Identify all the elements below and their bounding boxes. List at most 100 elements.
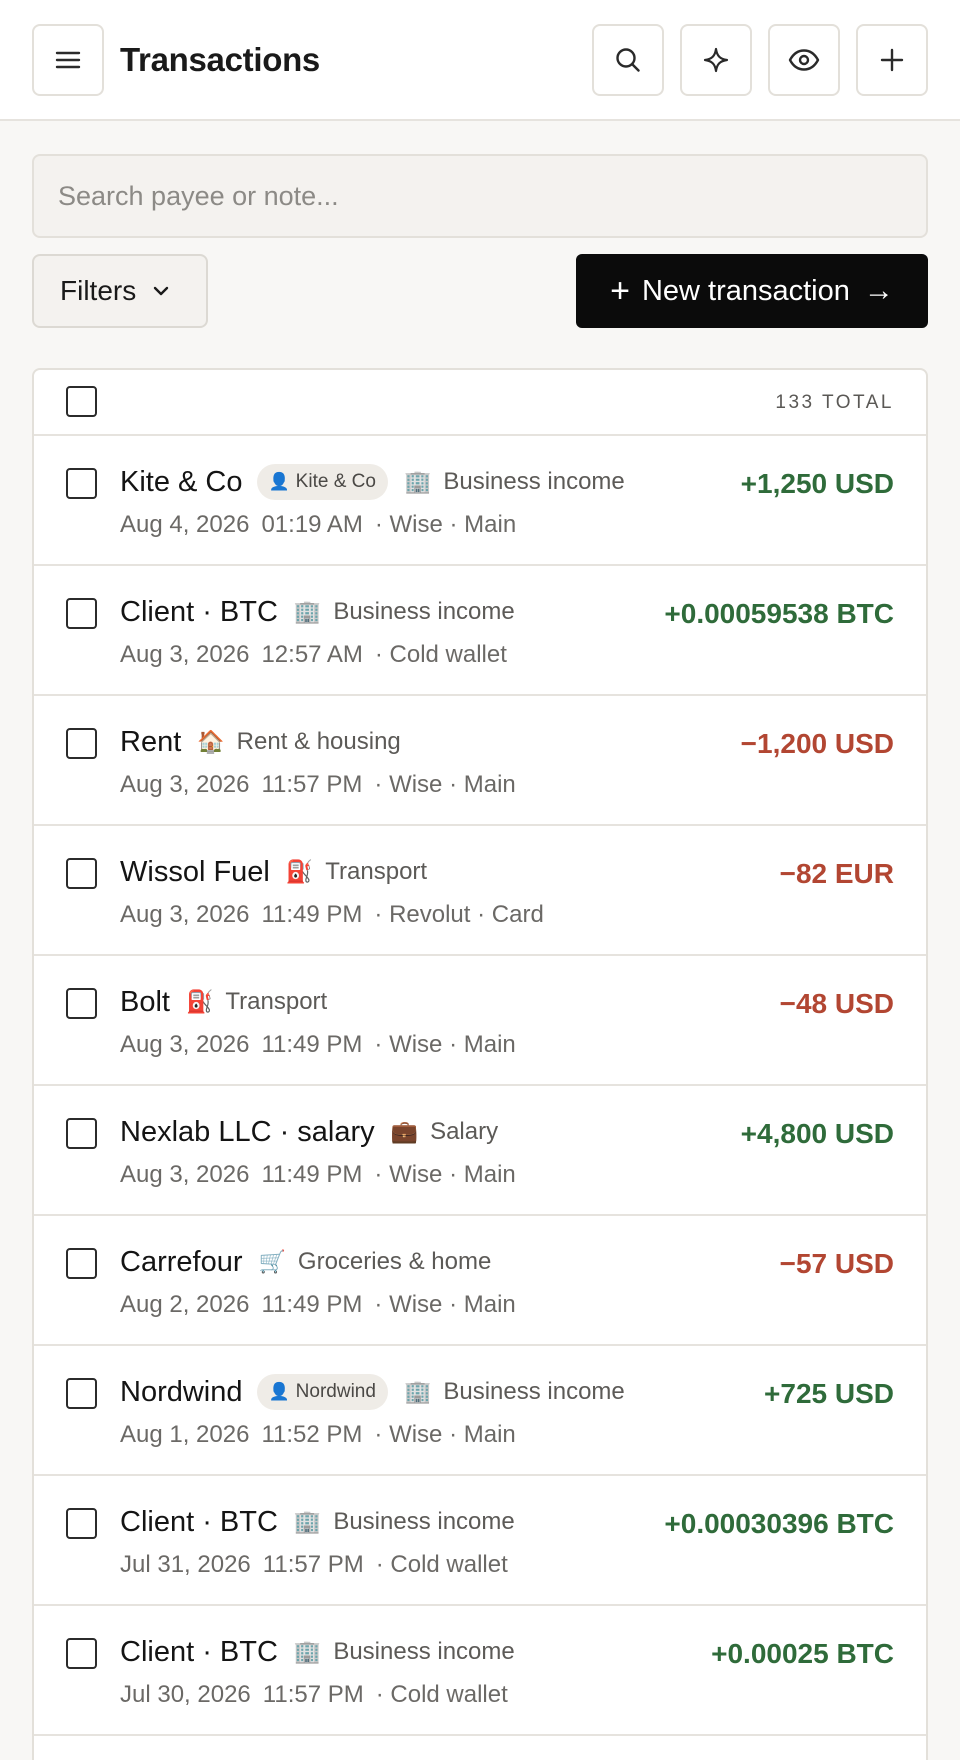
table-row[interactable]: Kite & Co 👤 Kite & Co 🏢 Business income Aug 4… (34, 436, 926, 566)
category-icon: 🏢 (403, 1379, 432, 1404)
category: ⛽ Transport (186, 988, 327, 1016)
account-name: · Wise · Main (374, 1161, 516, 1188)
row-meta-line: Aug 3, 2026 11:49 PM · Wise · Main (120, 1028, 516, 1062)
filters-label: Filters (60, 275, 137, 306)
category: 💼 Salary (391, 1118, 498, 1146)
row-primary-line: Wissol Fuel ⛽ Transport (120, 852, 427, 892)
row-checkbox[interactable] (66, 858, 97, 889)
table-row[interactable]: Client · BTC 🏢 Business income Jul 31, 2026… (34, 1476, 926, 1606)
row-checkbox[interactable] (66, 468, 97, 499)
transaction-time: 11:57 PM (262, 1551, 364, 1578)
transaction-amount: +725 USD (764, 1378, 894, 1409)
row-checkbox[interactable] (66, 1508, 97, 1539)
category-label: Business income (443, 1378, 625, 1405)
page-title: Transactions (120, 41, 320, 78)
transaction-amount: +0.00030396 BTC (664, 1508, 894, 1539)
transaction-date: Aug 3, 2026 (120, 1161, 250, 1188)
table-row[interactable]: Client · BTC 🏢 Business income Aug 3, 2026 1… (34, 566, 926, 696)
payee-name: Kite & Co (120, 465, 243, 498)
account-name: · Wise · Main (374, 1031, 516, 1058)
transaction-amount: −1,200 USD (740, 728, 894, 759)
account-name: · Wise · Main (374, 511, 517, 538)
row-meta-line: Aug 1, 2026 11:52 PM · Wise · Main (120, 1418, 516, 1452)
account-name: · Cold wallet (374, 641, 507, 668)
transaction-amount: +0.00059538 BTC (664, 598, 894, 629)
transaction-amount: −57 USD (779, 1248, 894, 1279)
row-checkbox[interactable] (66, 1118, 97, 1149)
category-icon: 🏢 (293, 1509, 322, 1534)
search-input[interactable] (32, 154, 928, 238)
account-name: · Cold wallet (375, 1681, 508, 1708)
account-name: · Wise · Main (374, 1291, 516, 1318)
payee-name: Nordwind (120, 1375, 243, 1408)
payee-tag[interactable]: 👤 Kite & Co (256, 464, 388, 500)
row-meta-line: Jul 30, 2026 11:57 PM · Cold wallet (120, 1678, 508, 1712)
row-checkbox[interactable] (66, 1638, 97, 1669)
row-meta-line: Aug 3, 2026 11:49 PM · Revolut · Card (120, 898, 544, 932)
table-row[interactable]: Nordwind 👤 Nordwind 🏢 Business income Aug 1, … (34, 1346, 926, 1476)
transaction-amount: +1,250 USD (740, 468, 894, 499)
transaction-amount: +4,800 USD (740, 1118, 894, 1149)
person-icon: 👤 (268, 472, 290, 491)
category-icon: 🏢 (403, 469, 432, 494)
transaction-date: Aug 4, 2026 (120, 511, 250, 538)
category-label: Business income (333, 598, 515, 625)
category-icon: 🏠 (197, 729, 225, 754)
chevron-down-icon (152, 285, 170, 297)
category: 🏢 Business income (294, 1638, 515, 1666)
table-row[interactable]: Nexlab LLC · salary 💼 Salary Aug 3, 2026 11:… (34, 1086, 926, 1216)
category-icon: 💼 (390, 1119, 419, 1144)
category-icon: ⛽ (185, 989, 214, 1014)
account-name: · Revolut · Card (374, 901, 544, 928)
payee-name: Carrefour (120, 1245, 243, 1278)
category: 🏢 Business income (404, 1378, 625, 1406)
transaction-time: 12:57 AM (261, 641, 363, 668)
transaction-time: 11:57 PM (261, 771, 363, 798)
row-meta-line: Jul 31, 2026 11:57 PM · Cold wallet (120, 1548, 508, 1582)
table-row[interactable]: Wissol Fuel ⛽ Transport Aug 3, 2026 11:49 PM… (34, 826, 926, 956)
person-icon: 👤 (268, 1382, 290, 1401)
search-icon (616, 48, 640, 72)
transaction-date: Aug 3, 2026 (120, 771, 250, 798)
eye-icon (788, 49, 820, 71)
select-all-checkbox[interactable] (66, 386, 97, 417)
transaction-date: Jul 30, 2026 (120, 1681, 251, 1708)
row-checkbox[interactable] (66, 988, 97, 1019)
search-button[interactable] (592, 24, 664, 96)
category-icon: 🏢 (293, 599, 322, 624)
payee-name: Client · BTC (120, 595, 278, 628)
payee-tag[interactable]: 👤 Nordwind (256, 1374, 388, 1410)
new-transaction-button[interactable]: + New transaction → (576, 254, 928, 328)
row-primary-line: Client · BTC 🏢 Business income (120, 1632, 515, 1672)
payee-tag-label: Nordwind (295, 1381, 376, 1402)
row-checkbox[interactable] (66, 598, 97, 629)
account-name: · Wise · Main (374, 1421, 516, 1448)
table-row[interactable]: Rent 🏠 Rent & housing Aug 3, 2026 11:57 PM · … (34, 696, 926, 826)
category-icon: 🛒 (258, 1249, 286, 1274)
table-row[interactable]: Carrefour 🛒 Groceries & home Aug 2, 2026 11:… (34, 1216, 926, 1346)
table-row[interactable]: Bolt ⛽ Transport Aug 3, 2026 11:49 PM · Wise … (34, 956, 926, 1086)
category-label: Rent & housing (236, 728, 401, 755)
visibility-button[interactable] (768, 24, 840, 96)
transaction-date: Aug 3, 2026 (120, 901, 250, 928)
row-checkbox[interactable] (66, 728, 97, 759)
transactions-table: 133 TOTAL Kite & Co 👤 Kite & Co 🏢 Business i… (32, 368, 928, 1760)
category-icon: ⛽ (285, 859, 314, 884)
ai-assist-button[interactable] (680, 24, 752, 96)
filters-button[interactable]: Filters (32, 254, 208, 328)
category-label: Business income (443, 468, 625, 495)
table-row[interactable]: Client · BTC 🏢 Business income Jul 30, 2026… (34, 1606, 926, 1736)
category-label: Business income (333, 1508, 515, 1535)
category: 🏢 Business income (294, 598, 515, 626)
row-checkbox[interactable] (66, 1378, 97, 1409)
category: 🏢 Business income (404, 468, 625, 496)
row-meta-line: Aug 4, 2026 01:19 AM · Wise · Main (120, 508, 516, 542)
menu-button[interactable] (32, 24, 104, 96)
row-primary-line: Carrefour 🛒 Groceries & home (120, 1242, 491, 1282)
row-checkbox[interactable] (66, 1248, 97, 1279)
payee-tag-label: Kite & Co (295, 471, 376, 492)
add-button[interactable] (856, 24, 928, 96)
arrow-right-icon: → (863, 274, 894, 307)
row-primary-line: Rent 🏠 Rent & housing (120, 722, 401, 762)
category-label: Transport (325, 858, 428, 885)
